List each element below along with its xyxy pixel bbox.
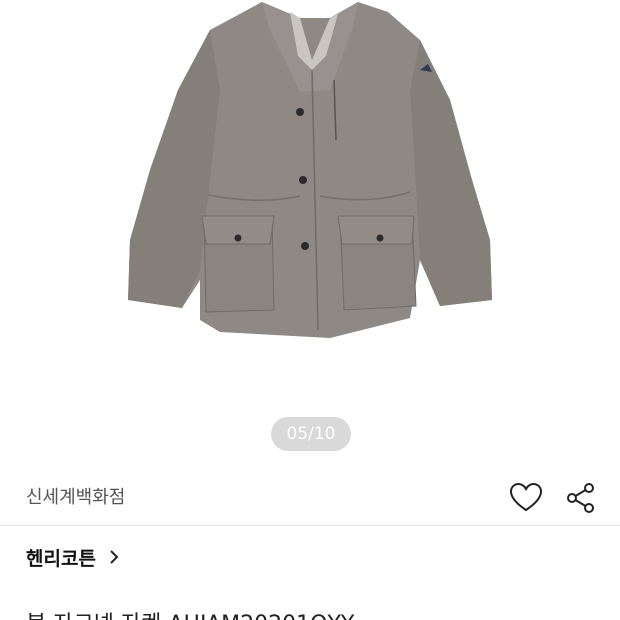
brand-link[interactable]: 헨리코튼 [26, 543, 120, 571]
chevron-right-icon [110, 550, 119, 564]
product-title: 봄 자크넥 자켓 AHJAM20201QYY [26, 606, 354, 620]
wishlist-button[interactable] [508, 480, 544, 516]
share-button[interactable] [563, 480, 599, 516]
seller-name[interactable]: 신세계백화점 [26, 483, 125, 509]
image-page-indicator: 05/10 [271, 417, 351, 451]
brand-name: 헨리코튼 [26, 547, 96, 570]
share-icon [567, 483, 594, 513]
product-image-jacket[interactable] [120, 0, 500, 345]
section-divider [0, 525, 620, 526]
heart-icon [509, 482, 543, 512]
product-image-gallery[interactable]: 05/10 [0, 0, 620, 470]
